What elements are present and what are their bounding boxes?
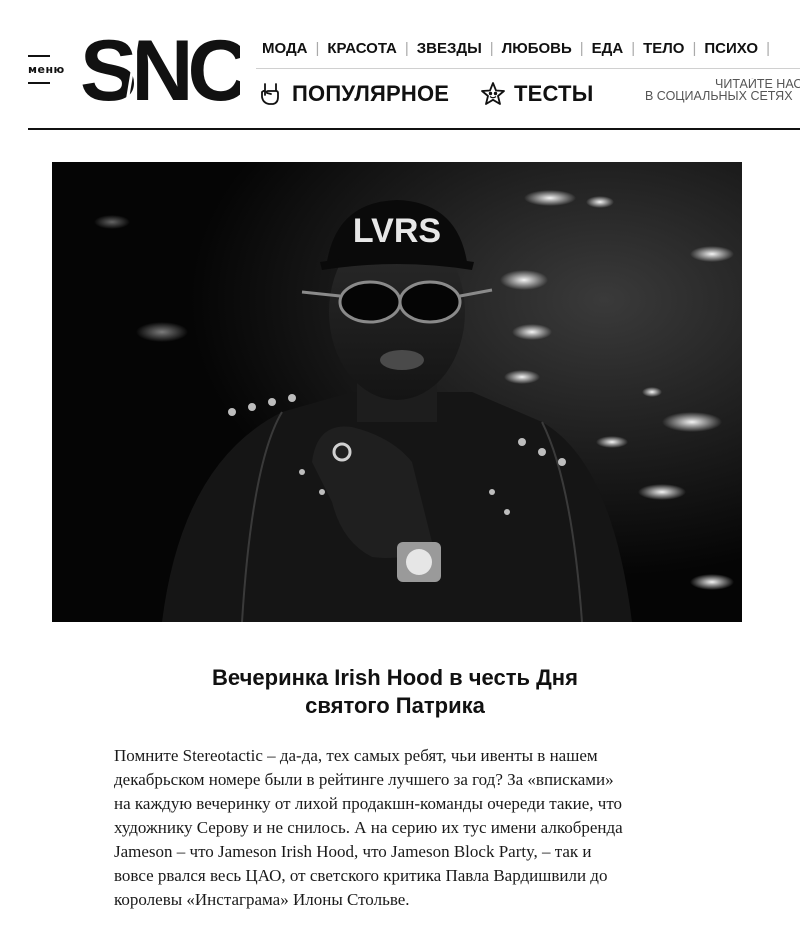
article-hero-photo: LVRS [52, 162, 742, 622]
nav-popular-link[interactable]: ПОПУЛЯРНОЕ [258, 76, 449, 112]
nav-item-body[interactable]: ТЕЛО [643, 40, 684, 57]
nav-item-beauty[interactable]: КРАСОТА [327, 40, 396, 57]
svg-text:SNC: SNC [80, 30, 240, 110]
site-logo[interactable]: SNC [80, 23, 253, 119]
site-header: меню SNC МОДА | КРАСОТА | ЗВЕЗДЫ | ЛЮБОВЬ | ЕДА |… [0, 0, 800, 130]
nav-tests-label: ТЕСТЫ [514, 81, 594, 106]
article-body-line: декабрьском номере были в рейтинге лучше… [114, 770, 614, 789]
article-title-line-1: Вечеринка Irish Hood в честь Дня [212, 665, 578, 690]
nav-item-love[interactable]: ЛЮБОВЬ [502, 40, 572, 57]
article-body-line: вовсе рвался весь ЦАО, от светского крит… [114, 866, 608, 885]
nav-item-food[interactable]: ЕДА [592, 40, 624, 57]
article-title: Вечеринка Irish Hood в честь Дня святого… [150, 664, 640, 720]
article-title-line-2: святого Патрика [305, 693, 485, 718]
nav-divider [256, 68, 800, 69]
svg-text:LVRS: LVRS [353, 212, 441, 250]
smiling-star-icon [481, 82, 505, 105]
menu-label: меню [28, 63, 65, 76]
nav-tests-link[interactable]: ТЕСТЫ [480, 76, 593, 112]
social-follow-link[interactable]: ЧИТАЙТЕ НАС В СОЦИАЛЬНЫХ СЕТЯХ [645, 78, 800, 108]
nav-item-psycho[interactable]: ПСИХО [704, 40, 758, 57]
header-rule [28, 128, 800, 130]
menu-button[interactable]: меню [28, 55, 72, 85]
rock-hand-icon [261, 83, 279, 105]
category-nav: МОДА | КРАСОТА | ЗВЕЗДЫ | ЛЮБОВЬ | ЕДА | ТЕЛО | ПСИХ… [262, 40, 770, 57]
article-body-line: художнику Серову и не снилось. А на сери… [114, 818, 623, 837]
nav-popular-label: ПОПУЛЯРНОЕ [292, 81, 450, 106]
nav-item-stars[interactable]: ЗВЕЗДЫ [417, 40, 482, 57]
article-body-line: Помните Stereotactic – да-да, тех самых … [114, 746, 598, 765]
hamburger-line-icon [28, 55, 50, 57]
article-body-line: на каждую вечеринку от лихой продакшн-ко… [114, 794, 623, 813]
article-body-line: Jameson – что Jameson Irish Hood, что Ja… [114, 842, 592, 861]
social-line-2: В СОЦИАЛЬНЫХ СЕТЯХ [645, 89, 793, 103]
article-body-line: королевы «Инстаграма» Илоны Стольве. [114, 890, 410, 909]
hamburger-line-icon [28, 82, 50, 84]
nav-item-fashion[interactable]: МОДА [262, 40, 307, 57]
article-body: Помните Stereotactic – да-да, тех самых … [114, 744, 704, 912]
